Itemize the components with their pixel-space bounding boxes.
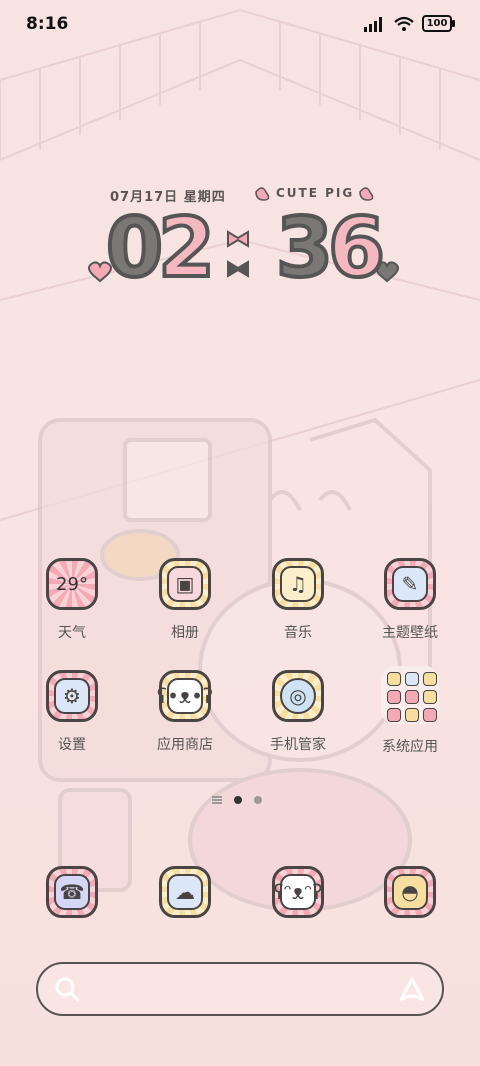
search-icon [55, 977, 80, 1002]
search-bar[interactable] [36, 962, 444, 1016]
page-indicator[interactable] [212, 796, 262, 804]
app-label: 系统应用 [382, 739, 438, 755]
music-icon: ♫ [272, 558, 324, 610]
page-dot-active [234, 796, 242, 804]
dock-browser[interactable]: ◓ [370, 866, 450, 918]
signal-icon [364, 16, 382, 32]
app-phone-manager[interactable]: ◎ 手机管家 [258, 670, 338, 754]
status-time: 8:16 [26, 14, 69, 34]
security-icon: ◎ [272, 670, 324, 722]
page-dot [254, 796, 262, 804]
browser-icon: ◓ [384, 866, 436, 918]
app-label: 设置 [58, 737, 86, 753]
app-store[interactable]: ʕ•ᴥ•ʔ 应用商店 [145, 670, 225, 754]
app-label: 音乐 [284, 625, 312, 641]
wifi-icon [394, 16, 414, 31]
clock-minute-digit-2: 6 [326, 201, 387, 296]
app-label: 相册 [171, 625, 199, 641]
clock-widget[interactable]: 07月17日 星期四 CUTE PIG 0 2 3 6 [80, 180, 410, 300]
gallery-icon: ▣ [159, 558, 211, 610]
clock-hour-digit-2: 2 [156, 201, 217, 296]
settings-icon: ⚙ [46, 670, 98, 722]
folder-icon [381, 666, 439, 724]
app-settings[interactable]: ⚙ 设置 [32, 670, 112, 754]
app-music[interactable]: ♫ 音乐 [258, 558, 338, 642]
clock-minute-digit-1: 3 [274, 201, 335, 296]
phone-icon: ☎ [46, 866, 98, 918]
weather-icon: 29° [46, 558, 98, 610]
dock-camera[interactable]: ʕᵔᴥᵔʔ [258, 866, 338, 918]
clock-hour-digit-1: 0 [104, 201, 165, 296]
weather-temp: 29° [56, 573, 88, 595]
app-label: 主题壁纸 [382, 625, 438, 641]
app-label: 手机管家 [270, 737, 326, 753]
app-label: 天气 [58, 625, 86, 641]
app-theme-wallpaper[interactable]: ✎ 主题壁纸 [370, 558, 450, 642]
store-bear-icon: ʕ•ᴥ•ʔ [157, 670, 213, 722]
status-bar: 8:16 100 [0, 0, 480, 50]
battery-icon: 100 [422, 15, 455, 32]
theme-brush-icon: ✎ [384, 558, 436, 610]
app-system-apps-folder[interactable]: 系统应用 [370, 666, 450, 756]
messages-icon: ☁ [159, 866, 211, 918]
app-weather[interactable]: 29° 天气 [32, 558, 112, 642]
app-gallery[interactable]: ▣ 相册 [145, 558, 225, 642]
dock-messages[interactable]: ☁ [145, 866, 225, 918]
camera-dog-icon: ʕᵔᴥᵔʔ [272, 866, 324, 918]
menu-lines-icon [212, 796, 222, 804]
dock-phone[interactable]: ☎ [32, 866, 112, 918]
assistant-icon[interactable] [398, 976, 426, 1002]
app-label: 应用商店 [157, 737, 213, 753]
